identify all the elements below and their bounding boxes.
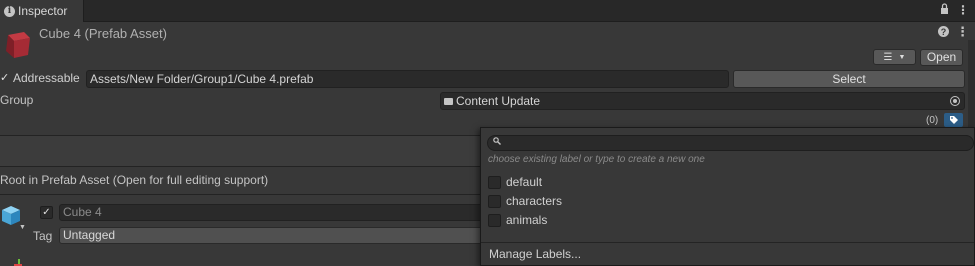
addressable-checkbox[interactable]: ✓	[0, 72, 10, 84]
popup-divider	[481, 242, 974, 243]
chevron-down-icon: ▼	[898, 53, 906, 61]
asset-title: Cube 4 (Prefab Asset)	[39, 26, 167, 41]
group-value: Content Update	[456, 94, 541, 108]
kebab-menu-icon[interactable]: ⋮	[956, 24, 969, 40]
transform-icon	[14, 259, 22, 266]
tab-controls: ⋮	[940, 3, 969, 17]
help-icon[interactable]: ?	[938, 26, 949, 37]
active-checkbox[interactable]: ✓	[40, 206, 53, 219]
address-path-field[interactable]: Assets/New Folder/Group1/Cube 4.prefab	[86, 70, 729, 88]
search-icon	[493, 137, 501, 148]
divider	[0, 135, 480, 136]
list-icon: ☰	[883, 51, 893, 63]
icon-dropdown-icon[interactable]: ▼	[19, 224, 26, 231]
divider	[0, 166, 480, 167]
tag-dropdown[interactable]: Untagged	[59, 227, 484, 244]
labels-button[interactable]	[944, 113, 963, 127]
label-checkbox[interactable]	[488, 175, 501, 189]
object-picker-icon[interactable]	[950, 96, 960, 106]
label-search-input[interactable]	[487, 135, 974, 151]
section-band	[0, 136, 480, 166]
tab-inspector[interactable]: i Inspector	[0, 0, 84, 22]
label-text: animals	[506, 213, 548, 227]
folder-icon	[444, 97, 453, 105]
select-button[interactable]: Select	[733, 70, 965, 88]
tag-icon	[949, 116, 958, 124]
label-checkbox[interactable]	[488, 213, 501, 227]
label-item-animals[interactable]: animals	[488, 212, 547, 228]
open-button[interactable]: Open	[920, 49, 963, 66]
tab-inspector-label: Inspector	[18, 4, 68, 18]
tab-bar: i Inspector ⋮	[0, 0, 975, 22]
tab-menu-icon[interactable]: ⋮	[957, 3, 969, 17]
label-hint: choose existing label or type to create …	[488, 154, 705, 165]
gameobject-name-field[interactable]: Cube 4	[59, 204, 484, 221]
labels-popup: choose existing label or type to create …	[480, 127, 975, 266]
divider	[0, 194, 480, 195]
manage-labels-item[interactable]: Manage Labels...	[489, 247, 581, 261]
group-label: Group	[0, 93, 34, 107]
prefab-note: Root in Prefab Asset (Open for full edit…	[0, 173, 269, 187]
prefab-thumbnail	[2, 29, 32, 59]
list-view-button[interactable]: ☰ ▼	[873, 49, 916, 65]
label-text: default	[506, 175, 543, 189]
lock-icon[interactable]	[940, 3, 949, 17]
addressable-label: Addressable	[13, 71, 80, 85]
info-icon: i	[4, 5, 15, 17]
group-field[interactable]: Content Update	[440, 92, 965, 110]
label-checkbox[interactable]	[488, 194, 501, 208]
label-count: (0)	[926, 115, 939, 126]
label-item-characters[interactable]: characters	[488, 193, 562, 209]
tag-label: Tag	[33, 229, 53, 243]
transform-header[interactable]	[0, 256, 480, 266]
label-text: characters	[506, 194, 563, 208]
label-item-default[interactable]: default	[488, 174, 542, 190]
